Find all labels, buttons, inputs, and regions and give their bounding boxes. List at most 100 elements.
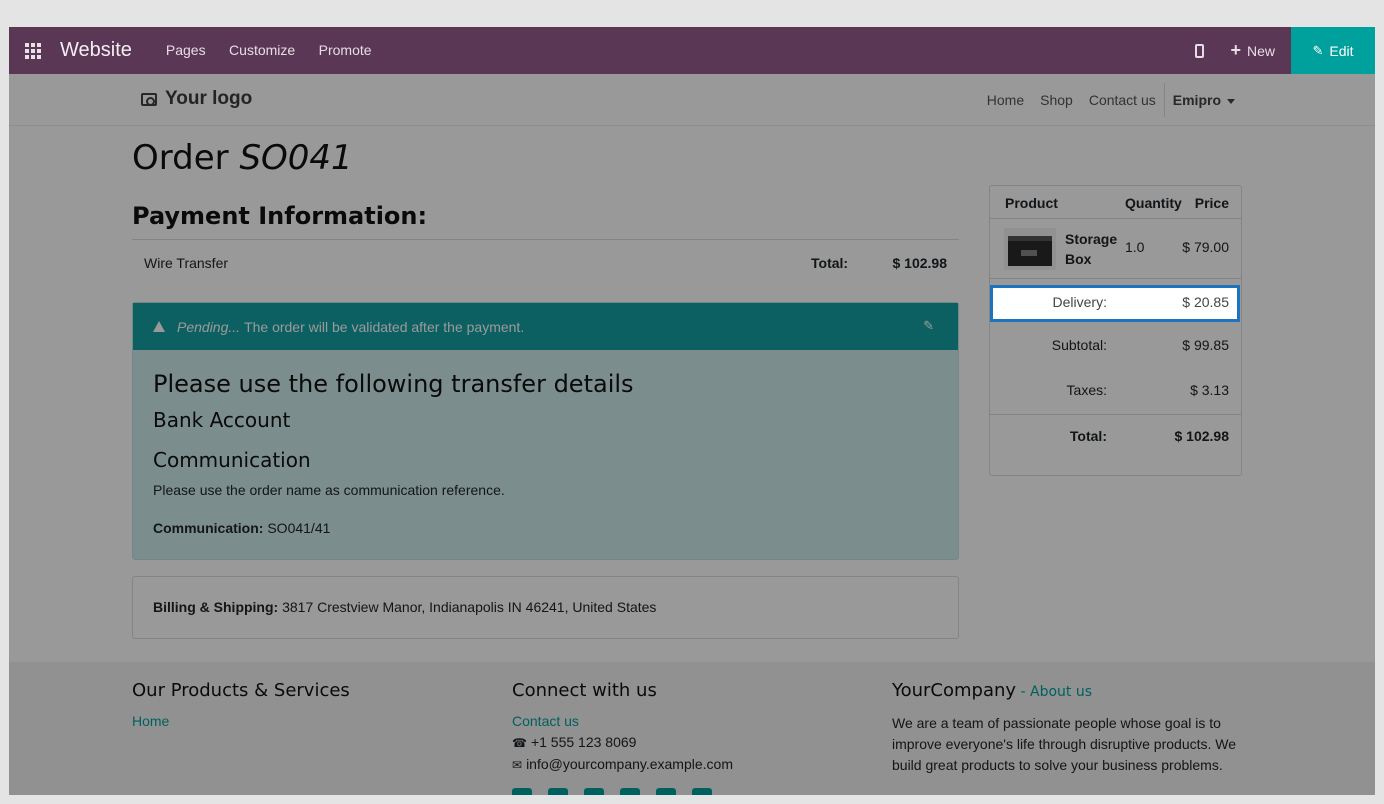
footer-company-title: YourCompany - About us [892, 680, 1242, 701]
pending-status: Pending... [177, 318, 241, 335]
footer-products-title: Our Products & Services [132, 680, 350, 701]
order-number: SO041 [239, 138, 353, 178]
site-nav: Home Shop Contact us Emipro [971, 74, 1235, 126]
communication-heading: Communication [153, 448, 311, 472]
billing-shipping-card: Billing & Shipping: 3817 Crestview Manor… [132, 576, 959, 639]
taxes-value: $ 3.13 [1190, 382, 1229, 398]
social-icons [512, 788, 733, 795]
total-label: Total: [1069, 428, 1107, 444]
nav-contact-us[interactable]: Contact us [1089, 92, 1156, 108]
instagram-icon[interactable] [692, 788, 712, 795]
new-button[interactable]: + New [1230, 40, 1275, 61]
footer-connect-title: Connect with us [512, 680, 657, 701]
site-logo[interactable]: Your logo [141, 88, 252, 110]
subtotal-label: Subtotal: [1051, 337, 1107, 353]
youtube-icon[interactable] [620, 788, 640, 795]
order-summary: Product Quantity Price Storage Box 1.0 $… [989, 185, 1242, 476]
subtotal-row: Subtotal: $ 99.85 [990, 324, 1241, 369]
pencil-icon[interactable]: ✎ [923, 318, 934, 334]
delivery-value: $ 20.85 [1182, 294, 1229, 310]
facebook-icon[interactable] [512, 788, 532, 795]
about-us-link[interactable]: About us [1030, 684, 1092, 700]
pending-message: The order will be validated after the pa… [244, 318, 525, 335]
mobile-preview-icon[interactable] [1195, 43, 1205, 58]
transfer-heading: Please use the following transfer detail… [153, 370, 634, 398]
total-row: Total: $ 102.98 [990, 414, 1241, 462]
total-value: $ 102.98 [1174, 428, 1230, 444]
logo-text: Your logo [165, 88, 253, 109]
footer-home-link[interactable]: Home [132, 713, 169, 729]
nav-shop[interactable]: Shop [1040, 92, 1073, 108]
communication-label: Communication: [153, 520, 264, 536]
footer-contact-link[interactable]: Contact us [512, 713, 579, 729]
product-price: $ 79.00 [1182, 239, 1229, 255]
apps-menu-icon[interactable] [9, 27, 57, 74]
transfer-details-card: Pending... The order will be validated a… [132, 302, 959, 560]
footer-company-column: YourCompany - About us We are a team of … [892, 680, 1242, 776]
delivery-row-highlight[interactable]: Delivery: $ 20.85 [990, 285, 1240, 322]
transfer-details-body: Please use the following transfer detail… [133, 350, 958, 578]
mail-icon: ✉ [512, 758, 523, 772]
warning-icon [153, 321, 165, 332]
site-footer: Our Products & Services Home Connect wit… [9, 662, 1375, 795]
title-separator: - [1016, 684, 1031, 700]
summary-header: Product Quantity Price [990, 186, 1241, 219]
new-button-label: New [1246, 42, 1275, 59]
menu-customize[interactable]: Customize [229, 42, 295, 58]
bank-account-heading: Bank Account [153, 408, 291, 432]
nav-divider [1163, 83, 1165, 117]
billing-label: Billing & Shipping: [153, 599, 279, 615]
site-header: Your logo Home Shop Contact us Emipro [9, 74, 1375, 126]
payment-row: Wire Transfer Total: $ 102.98 [132, 240, 959, 288]
editor-menu: Pages Customize Promote [166, 42, 391, 60]
menu-promote[interactable]: Promote [319, 42, 372, 58]
footer-phone: ☎ +1 555 123 8069 [512, 734, 733, 752]
footer-products-column: Our Products & Services Home [132, 680, 350, 729]
edit-button[interactable]: ✎ Edit [1291, 27, 1375, 74]
caret-down-icon [1227, 98, 1235, 104]
taxes-label: Taxes: [1066, 382, 1107, 398]
nav-home[interactable]: Home [987, 92, 1024, 108]
payment-method: Wire Transfer [144, 255, 229, 271]
payment-heading: Payment Information: [132, 202, 428, 230]
menu-pages[interactable]: Pages [166, 42, 206, 58]
col-product: Product [1005, 195, 1058, 211]
taxes-row: Taxes: $ 3.13 [990, 369, 1241, 414]
email-address: info@yourcompany.example.com [526, 756, 733, 772]
page-title: Order SO041 [132, 138, 353, 178]
pencil-icon: ✎ [1312, 42, 1324, 58]
delivery-label: Delivery: [1052, 294, 1107, 310]
website-editor-bar: Website Pages Customize Promote + New ✎ … [9, 27, 1375, 74]
app-title: Website [60, 39, 132, 61]
camera-icon [141, 92, 157, 106]
user-menu[interactable]: Emipro [1173, 92, 1235, 108]
phone-number: +1 555 123 8069 [530, 734, 637, 750]
page-content: Your logo Home Shop Contact us Emipro Or… [9, 74, 1375, 795]
company-description: We are a team of passionate people whose… [892, 715, 1237, 773]
subtotal-value: $ 99.85 [1182, 337, 1229, 353]
linkedin-icon[interactable] [584, 788, 604, 795]
edit-button-label: Edit [1329, 42, 1354, 59]
footer-connect-column: Connect with us Contact us ☎ +1 555 123 8… [512, 680, 733, 795]
footer-email: ✉ info@yourcompany.example.com [512, 756, 733, 774]
communication-text: Please use the order name as communicati… [153, 482, 505, 498]
twitter-icon[interactable] [548, 788, 568, 795]
company-name: YourCompany [892, 680, 1017, 701]
product-row: Storage Box 1.0 $ 79.00 [990, 219, 1241, 279]
pending-alert: Pending... The order will be validated a… [133, 303, 958, 350]
github-icon[interactable] [656, 788, 676, 795]
browser-frame: Website Pages Customize Promote + New ✎ … [9, 27, 1375, 795]
plus-icon: + [1230, 40, 1241, 60]
order-title-prefix: Order [132, 138, 229, 178]
payment-total-value: $ 102.98 [892, 255, 948, 271]
col-price: Price [1194, 195, 1229, 211]
payment-total-label: Total: [811, 255, 849, 271]
communication-value: SO041/41 [267, 520, 331, 536]
phone-icon: ☎ [512, 736, 527, 750]
billing-address: 3817 Crestview Manor, Indianapolis IN 46… [282, 599, 657, 615]
product-image [1004, 228, 1056, 270]
product-quantity: 1.0 [1125, 239, 1145, 255]
communication-line: Communication: SO041/41 [153, 520, 938, 536]
editor-actions: + New ✎ Edit [1195, 27, 1375, 74]
user-name: Emipro [1172, 92, 1221, 108]
